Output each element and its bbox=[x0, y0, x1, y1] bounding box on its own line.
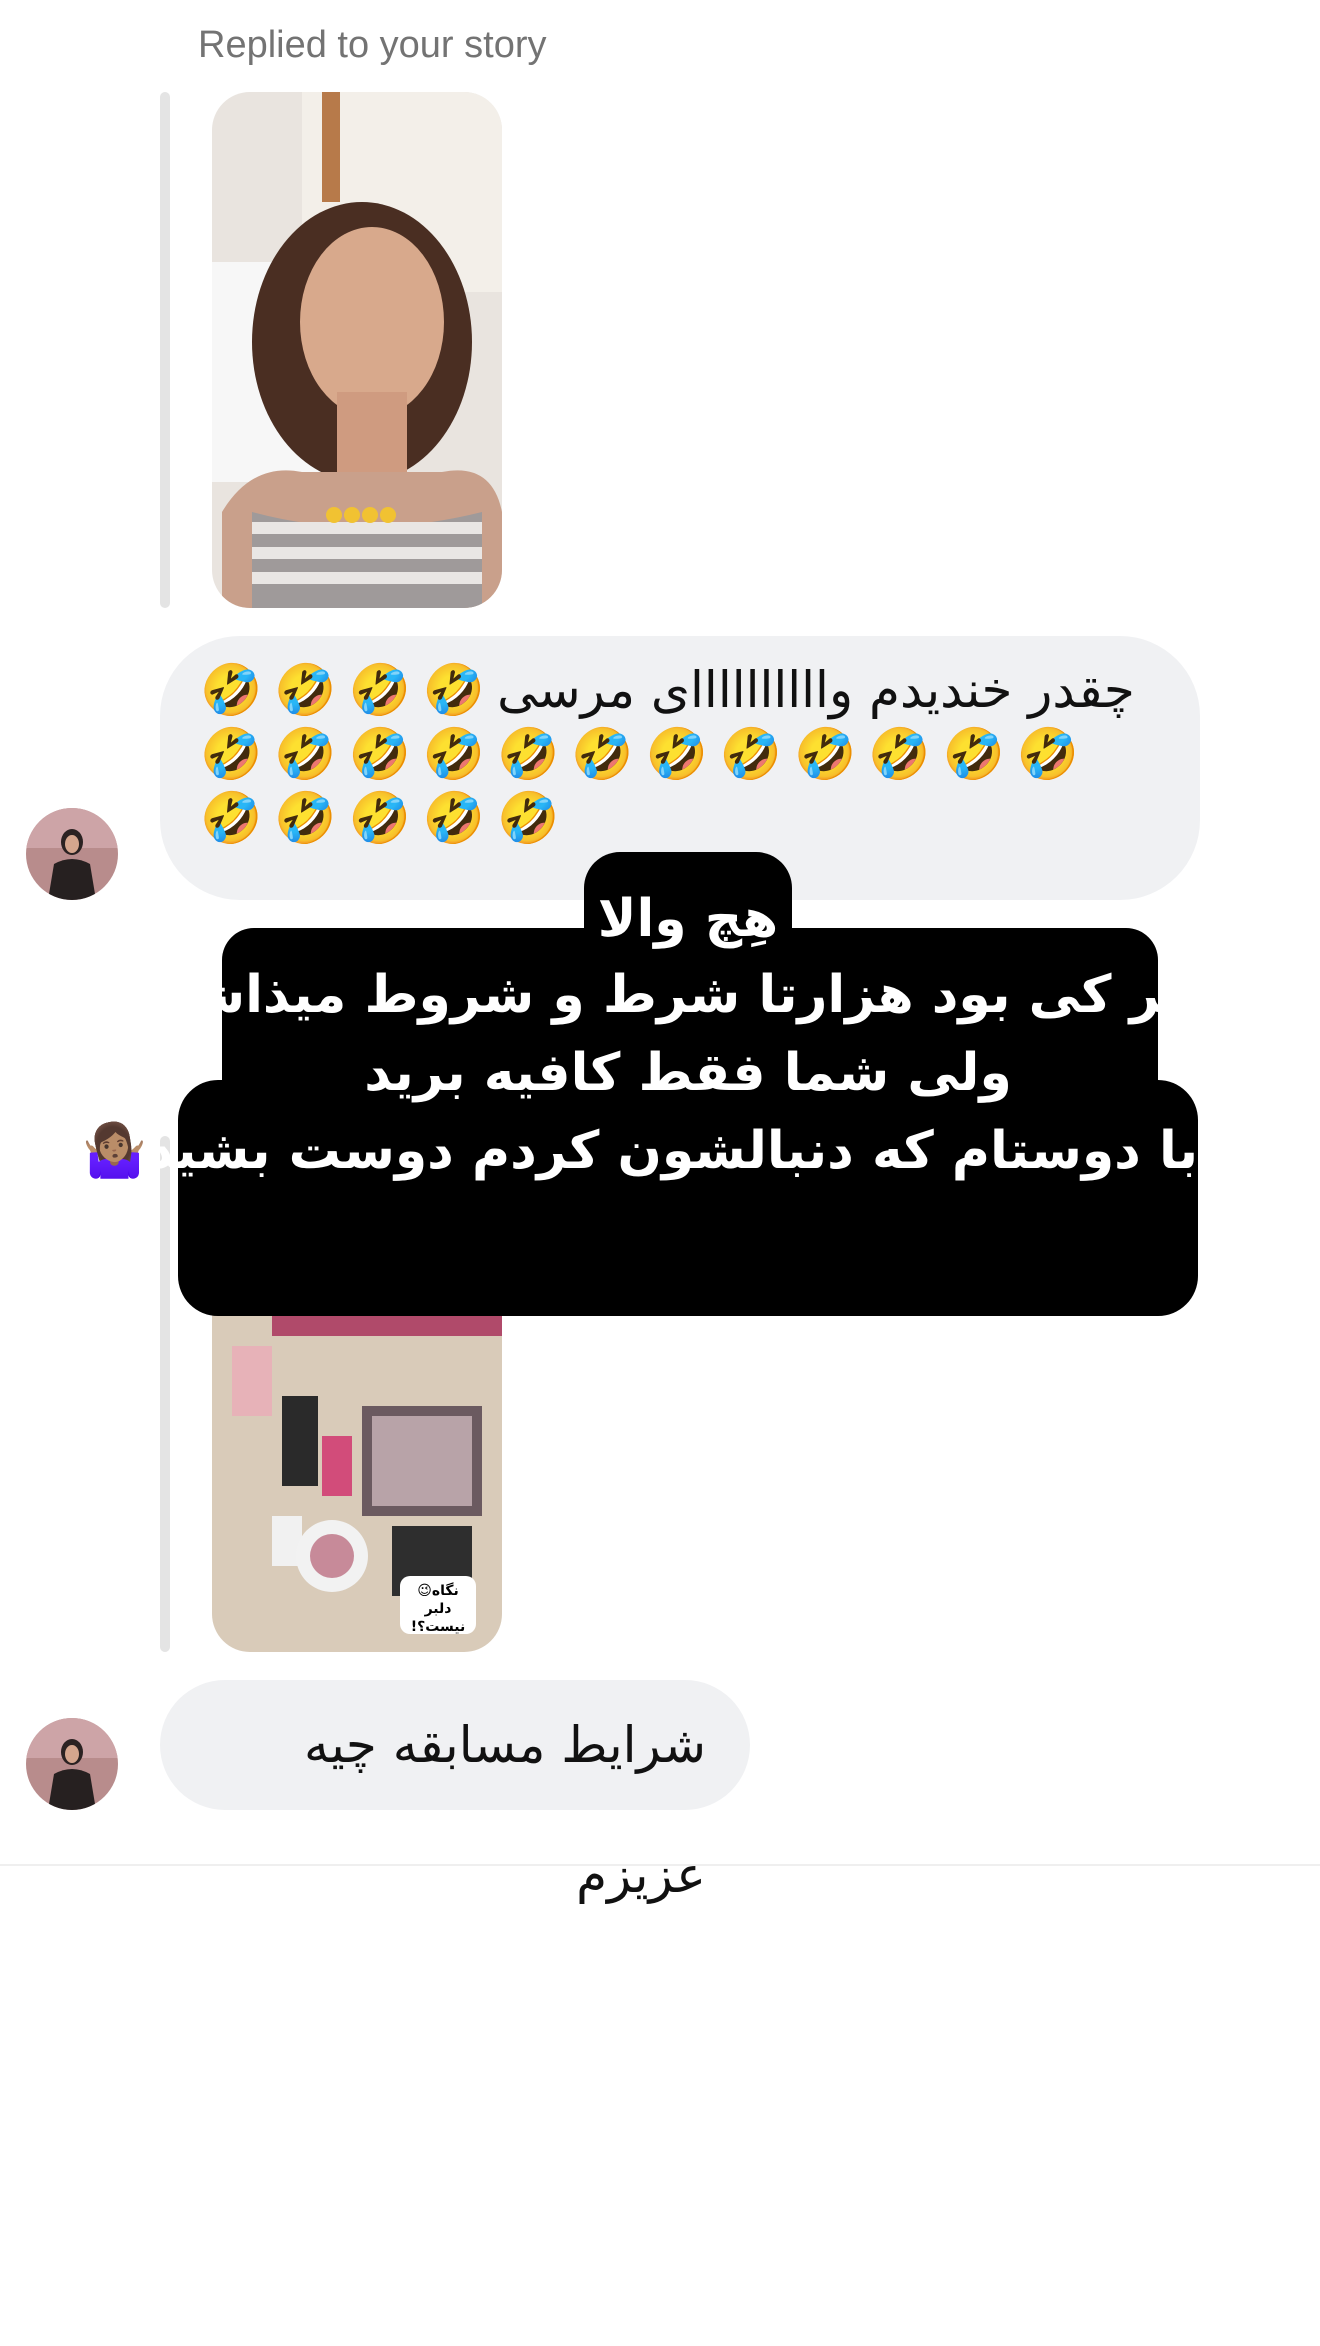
laughing-emoji-icon: 🤣 bbox=[422, 789, 486, 847]
story-image-1 bbox=[212, 92, 502, 608]
avatar-photo bbox=[26, 808, 118, 900]
sticker-line-1: نگاه😉 bbox=[417, 1583, 459, 1599]
message-text: چقدر خندیدم واااااااااای مرسی bbox=[497, 661, 1135, 719]
story-text-overlay: هِچ والا هر کی بود هزارتا شرط و شروط میذ… bbox=[82, 852, 1198, 1316]
avatar-photo bbox=[26, 1718, 118, 1810]
sender-avatar[interactable] bbox=[26, 1718, 118, 1810]
emoji-row: 🤣 🤣 🤣 🤣 🤣 bbox=[200, 786, 1156, 850]
reply-quote-bar bbox=[160, 92, 170, 608]
message-text: شرایط مسابقه چیه عزیزم bbox=[304, 1716, 706, 1904]
thread-divider bbox=[0, 1864, 1320, 1866]
laughing-emoji-icon: 🤣 bbox=[942, 725, 1005, 783]
laughing-emoji-icon: 🤣 bbox=[719, 725, 783, 783]
story-thumbnail-1[interactable] bbox=[212, 92, 502, 608]
sticker-line-2: دلبر نیست؟! bbox=[410, 1601, 466, 1635]
message-bubble-2[interactable]: شرایط مسابقه چیه عزیزم bbox=[160, 1680, 750, 1904]
emoji-row: 🤣 🤣 🤣 🤣 bbox=[200, 658, 497, 722]
laughing-emoji-icon: 🤣 bbox=[348, 789, 411, 847]
laughing-emoji-icon: 🤣 bbox=[200, 725, 263, 783]
replied-to-story-label: Replied to your story bbox=[198, 24, 547, 66]
laughing-emoji-icon: 🤣 bbox=[497, 789, 560, 847]
overlay-line-3: ولی شما فقط کافیه برید bbox=[364, 1043, 1012, 1103]
laughing-emoji-icon: 🤣 bbox=[200, 661, 263, 719]
reply-quote-bar bbox=[160, 1136, 170, 1652]
emoji-row: 🤣 🤣 🤣 🤣 🤣 🤣 🤣 🤣 🤣 🤣 🤣 🤣 bbox=[200, 722, 1156, 786]
story-sticker: نگاه😉 دلبر نیست؟! bbox=[400, 1582, 476, 1636]
sender-avatar[interactable] bbox=[26, 808, 118, 900]
laughing-emoji-icon: 🤣 bbox=[200, 789, 263, 847]
message-line-1: 🤣 🤣 🤣 🤣 چقدر خندیدم واااااااااای مرسی bbox=[200, 658, 1156, 722]
laughing-emoji-icon: 🤣 bbox=[274, 725, 337, 783]
overlay-line-1: هِچ والا bbox=[597, 889, 779, 949]
laughing-emoji-icon: 🤣 bbox=[571, 725, 634, 783]
laughing-emoji-icon: 🤣 bbox=[1016, 725, 1080, 783]
laughing-emoji-icon: 🤣 bbox=[274, 789, 337, 847]
laughing-emoji-icon: 🤣 bbox=[497, 725, 560, 783]
laughing-emoji-icon: 🤣 bbox=[645, 725, 708, 783]
overlay-line-2: هر کی بود هزارتا شرط و شروط میذاشت bbox=[138, 965, 1198, 1025]
laughing-emoji-icon: 🤣 bbox=[348, 725, 411, 783]
laughing-emoji-icon: 🤣 bbox=[868, 725, 931, 783]
laughing-emoji-icon: 🤣 bbox=[422, 661, 486, 719]
laughing-emoji-icon: 🤣 bbox=[348, 661, 411, 719]
overlay-line-4: با دوستام که دنبالشون کردم دوست بشید🤷🏽‍♀… bbox=[82, 1121, 1198, 1181]
laughing-emoji-icon: 🤣 bbox=[422, 725, 486, 783]
laughing-emoji-icon: 🤣 bbox=[794, 725, 857, 783]
laughing-emoji-icon: 🤣 bbox=[274, 661, 337, 719]
